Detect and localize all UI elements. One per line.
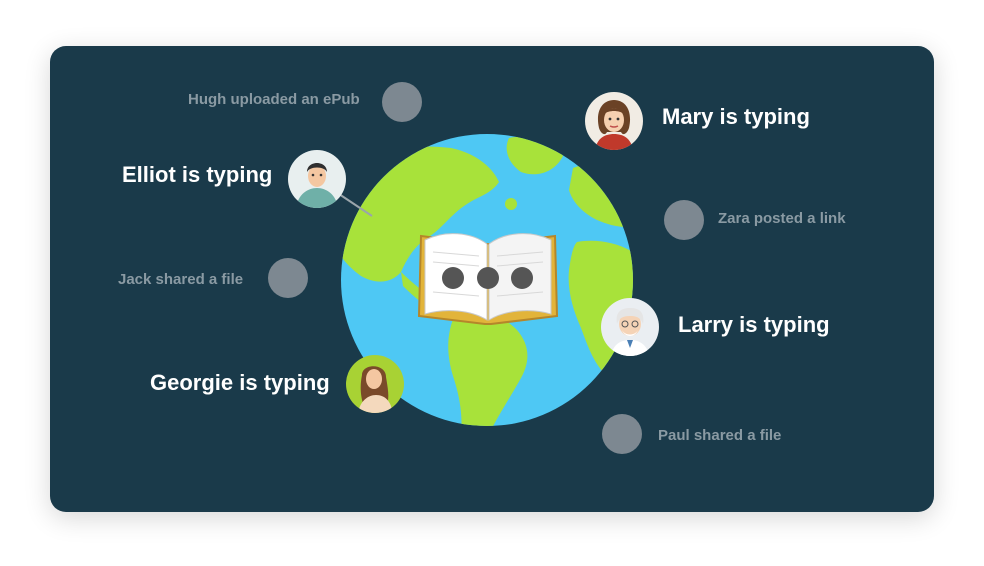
event-larry-label: Larry is typing [678, 312, 830, 337]
avatar-mary [585, 92, 643, 150]
typing-dots-icon [442, 267, 533, 289]
event-elliot-label: Elliot is typing [122, 162, 273, 187]
event-jack-label: Jack shared a file [118, 271, 244, 288]
event-mary-label: Mary is typing [662, 104, 810, 129]
activity-dot [268, 258, 308, 298]
activity-dot [664, 200, 704, 240]
avatar-elliot [288, 150, 346, 208]
event-georgie-label: Georgie is typing [150, 370, 330, 395]
avatar-georgie [346, 355, 404, 413]
avatar-larry [601, 298, 659, 356]
event-zara-label: Zara posted a link [718, 210, 846, 227]
activity-dot [382, 82, 422, 122]
activity-dot [602, 414, 642, 454]
event-hugh-label: Hugh uploaded an ePub [188, 91, 360, 108]
open-book-icon [417, 233, 559, 325]
event-paul-label: Paul shared a file [658, 427, 782, 444]
